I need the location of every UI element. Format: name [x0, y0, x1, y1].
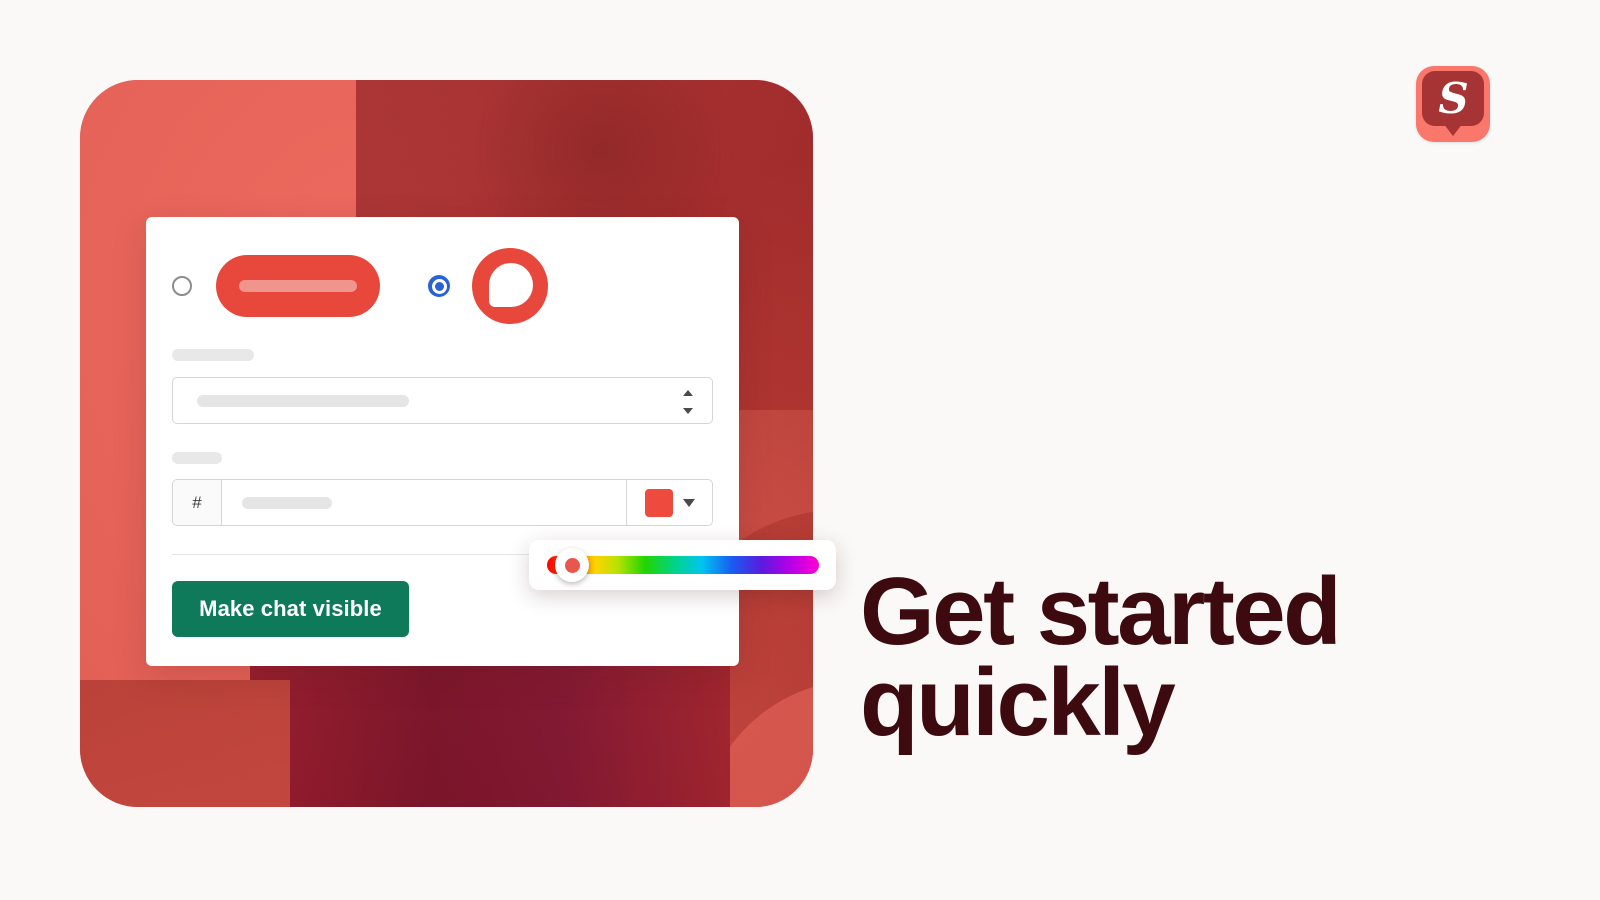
hex-color-input[interactable]: [222, 480, 626, 525]
color-field-label-placeholder: [172, 452, 222, 464]
launcher-bubble-preview: [472, 248, 548, 324]
hex-color-input-group: #: [172, 479, 713, 526]
chevron-down-icon: [682, 498, 695, 507]
launcher-bar-preview-label: [239, 280, 357, 292]
brand-bubble-tail-icon: [1443, 123, 1463, 136]
hue-handle-color-dot: [564, 557, 580, 573]
radio-selected-icon[interactable]: [428, 275, 450, 297]
stepper-arrows-icon[interactable]: [682, 390, 694, 414]
make-chat-visible-button[interactable]: Make chat visible: [172, 581, 409, 637]
chat-bubble-icon: [489, 263, 533, 307]
select-field[interactable]: [172, 377, 713, 424]
launcher-bar-preview: [216, 255, 380, 317]
color-swatch-icon: [644, 488, 673, 517]
brand-logo[interactable]: S: [1416, 66, 1490, 142]
brand-bubble-shape: S: [1422, 71, 1484, 126]
page-title: Get started quickly: [860, 558, 1342, 757]
chat-appearance-form-panel: # Make chat visible: [146, 217, 739, 666]
brand-letter: S: [1438, 73, 1468, 123]
chevron-up-icon: [683, 390, 693, 396]
radio-unselected-icon[interactable]: [172, 276, 192, 296]
launcher-style-option-bubble[interactable]: [428, 248, 548, 324]
chevron-down-icon: [683, 408, 693, 414]
hue-slider-handle[interactable]: [555, 548, 589, 582]
color-swatch-button[interactable]: [626, 480, 712, 525]
launcher-style-radio-group: [172, 248, 548, 324]
select-field-value-placeholder: [197, 394, 409, 407]
hue-slider-popover[interactable]: [529, 540, 836, 590]
launcher-style-option-bar[interactable]: [172, 255, 380, 317]
select-field-label-placeholder: [172, 349, 254, 361]
hex-prefix-label: #: [173, 480, 222, 525]
hex-color-value-placeholder: [242, 496, 332, 509]
